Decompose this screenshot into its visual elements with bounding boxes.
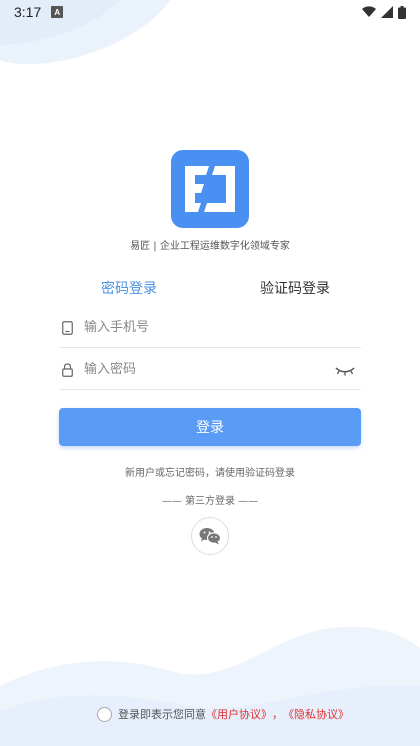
eye-closed-icon[interactable] <box>335 362 355 381</box>
status-bar: 3:17 A <box>0 0 420 24</box>
wechat-login-button[interactable] <box>191 517 229 555</box>
bottom-wave-decoration <box>0 626 420 746</box>
app-logo-mark <box>185 166 235 212</box>
tab-code-login[interactable]: 验证码登录 <box>260 278 330 298</box>
wifi-icon <box>362 6 376 17</box>
app-tagline: 易匠 | 企业工程运维数字化领域专家 <box>130 241 290 252</box>
agreement-separator: ， <box>272 708 283 721</box>
login-button[interactable]: 登录 <box>59 408 361 446</box>
agreement-radio[interactable] <box>97 706 112 722</box>
battery-icon <box>398 5 406 19</box>
user-agreement-link[interactable]: 《用户协议》 <box>206 706 272 722</box>
agreement-row: 登录即表示您同意 《用户协议》 ， 《隐私协议》 <box>97 705 349 723</box>
password-field <box>59 350 361 390</box>
tab-password-login[interactable]: 密码登录 <box>101 278 157 298</box>
login-hint: 新用户或忘记密码，请使用验证码登录 <box>125 468 295 479</box>
app-logo <box>171 150 249 228</box>
status-time: 3:17 <box>14 4 42 20</box>
privacy-policy-link[interactable]: 《隐私协议》 <box>283 706 349 722</box>
lock-icon <box>60 362 74 378</box>
wechat-icon <box>199 528 221 545</box>
notification-icon: A <box>51 6 64 18</box>
agreement-prefix: 登录即表示您同意 <box>118 708 206 721</box>
status-icons <box>362 5 406 19</box>
phone-input[interactable] <box>84 320 314 335</box>
password-input[interactable] <box>84 362 314 377</box>
phone-field <box>59 308 361 348</box>
third-party-label: —— 第三方登录 —— <box>161 496 259 507</box>
signal-icon <box>381 6 393 18</box>
phone-icon <box>60 320 74 336</box>
